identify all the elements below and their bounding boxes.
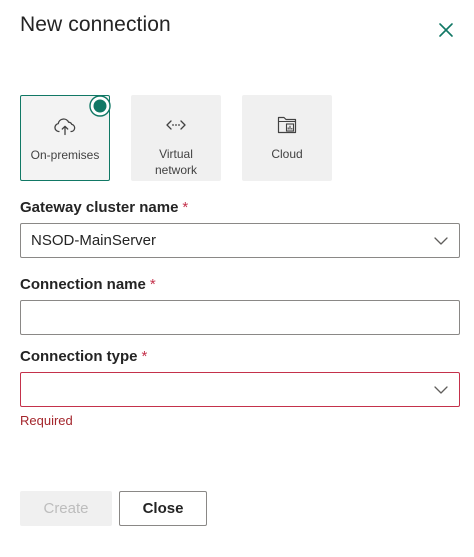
chevron-down-icon: [434, 386, 448, 394]
required-mark: *: [182, 199, 189, 216]
gateway-cluster-label-text: Gateway cluster name: [20, 199, 179, 216]
connection-type-dropdown[interactable]: [20, 372, 460, 407]
cloud-upload-icon: [54, 118, 76, 136]
required-mark: *: [149, 276, 156, 293]
tile-label: Cloud: [271, 147, 303, 161]
close-icon[interactable]: [436, 20, 456, 40]
required-mark: *: [141, 348, 148, 365]
connection-type-label: Connection type *: [20, 348, 147, 365]
code-arrows-icon: [166, 120, 186, 130]
gateway-cluster-dropdown[interactable]: NSOD-MainServer: [20, 223, 460, 258]
connection-type-error: Required: [20, 413, 73, 428]
connection-name-label: Connection name *: [20, 276, 156, 293]
connection-name-input[interactable]: [21, 301, 459, 334]
folder-chart-icon: [277, 116, 297, 134]
gateway-cluster-value: NSOD-MainServer: [31, 232, 157, 249]
selected-radio-icon: [89, 95, 111, 117]
close-button[interactable]: Close: [119, 491, 207, 526]
connection-type-label-text: Connection type: [20, 348, 138, 365]
connection-kind-selector: On-premises Virtual network Cloud: [20, 95, 340, 183]
chevron-down-icon: [434, 237, 448, 245]
tile-label: On-premises: [30, 148, 100, 162]
connection-name-label-text: Connection name: [20, 276, 146, 293]
tile-virtual-network[interactable]: Virtual network: [131, 95, 221, 181]
tile-on-premises[interactable]: On-premises: [20, 95, 111, 181]
gateway-cluster-label: Gateway cluster name *: [20, 199, 188, 216]
dialog-title: New connection: [20, 13, 171, 36]
tile-label: Virtual network: [154, 147, 198, 177]
create-button[interactable]: Create: [20, 491, 112, 526]
connection-name-field[interactable]: [20, 300, 460, 335]
tile-cloud[interactable]: Cloud: [242, 95, 332, 181]
